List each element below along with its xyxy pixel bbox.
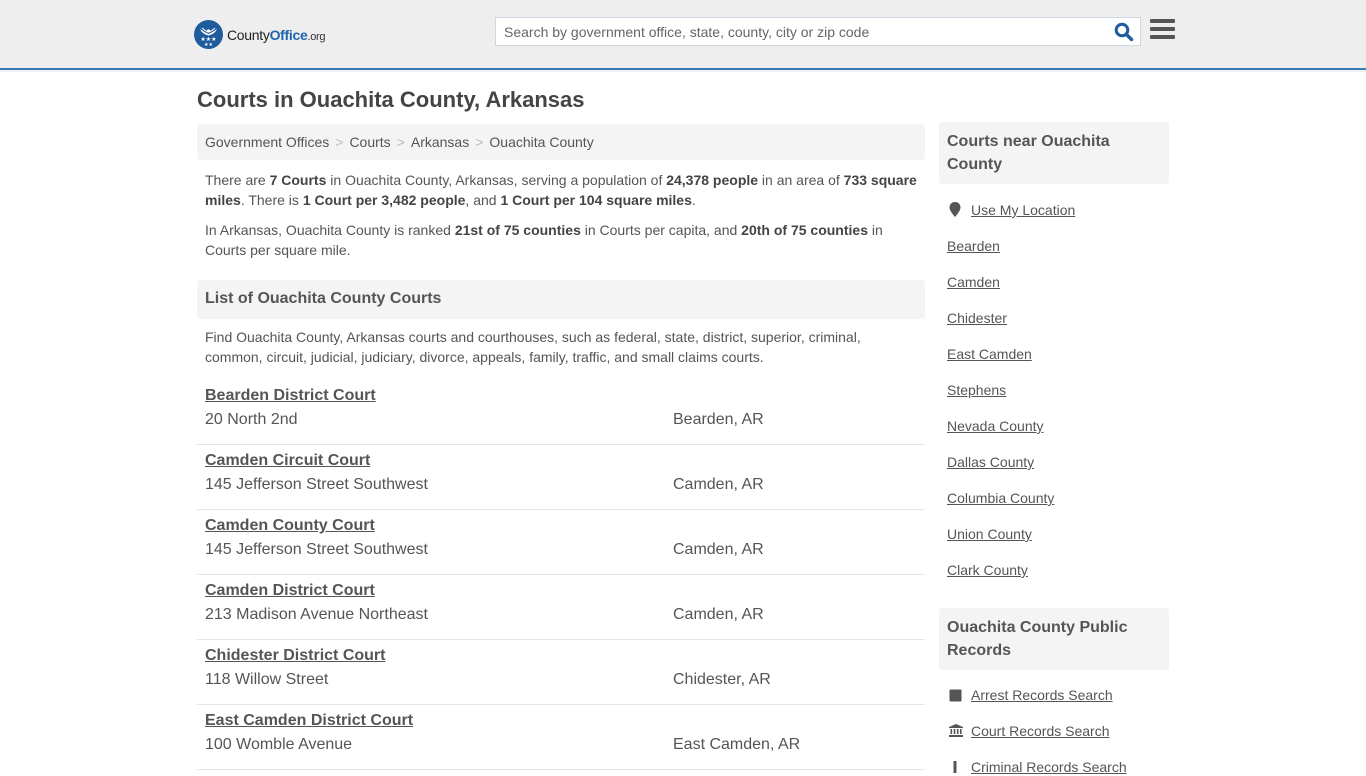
nearby-link-nevada-county[interactable]: Nevada County <box>947 418 1044 434</box>
court-list-item: East Camden District Court 100 Womble Av… <box>197 705 925 770</box>
breadcrumb-courts[interactable]: Courts <box>349 134 390 150</box>
use-my-location-link[interactable]: Use My Location <box>971 202 1075 218</box>
nearby-link-bearden[interactable]: Bearden <box>947 238 1000 254</box>
breadcrumb: Government Offices > Courts > Arkansas > Ouach… <box>197 124 925 160</box>
court-city: Camden, AR <box>673 606 764 623</box>
site-header: ★★★ ★★ CountyOffice.org <box>0 0 1366 72</box>
search-input[interactable] <box>496 18 1106 45</box>
search-bar <box>495 17 1141 46</box>
nearby-link-clark-county[interactable]: Clark County <box>947 562 1028 578</box>
court-address: 20 North 2nd <box>205 411 298 428</box>
court-city: Camden, AR <box>673 476 764 493</box>
court-name-link[interactable]: Camden County Court <box>205 517 375 535</box>
breadcrumb-separator: > <box>475 134 484 150</box>
arrest-records-search-link[interactable]: Arrest Records Search <box>971 687 1113 703</box>
court-list: Bearden District Court 20 North 2nd Bear… <box>197 380 925 770</box>
nearby-courts-heading: Courts near Ouachita County <box>939 122 1169 184</box>
court-list-item: Chidester District Court 118 Willow Stre… <box>197 640 925 705</box>
logo-text: CountyOffice.org <box>227 26 326 43</box>
site-logo[interactable]: ★★★ ★★ CountyOffice.org <box>194 20 326 49</box>
court-city: Camden, AR <box>673 541 764 558</box>
court-name-link[interactable]: Chidester District Court <box>205 647 385 665</box>
intro-summary: There are 7 Courts in Ouachita County, A… <box>205 172 917 208</box>
nearby-link-camden[interactable]: Camden <box>947 274 1000 290</box>
nearby-link-chidester[interactable]: Chidester <box>947 310 1007 326</box>
breadcrumb-separator: > <box>335 134 344 150</box>
intro-ranking: In Arkansas, Ouachita County is ranked 2… <box>205 222 883 258</box>
court-list-heading: List of Ouachita County Courts <box>197 280 925 319</box>
court-list-item: Camden District Court 213 Madison Avenue… <box>197 575 925 640</box>
header-divider <box>0 70 1366 72</box>
court-list-item: Bearden District Court 20 North 2nd Bear… <box>197 380 925 445</box>
page-title: Courts in Ouachita County, Arkansas <box>197 87 585 112</box>
logo-eagle-icon: ★★★ ★★ <box>194 20 223 49</box>
nearby-link-columbia-county[interactable]: Columbia County <box>947 490 1054 506</box>
exclamation-icon <box>953 760 957 776</box>
criminal-records-search-link[interactable]: Criminal Records Search <box>971 759 1127 775</box>
courthouse-icon <box>949 724 963 740</box>
svg-text:★★: ★★ <box>204 42 213 48</box>
court-address: 213 Madison Avenue Northeast <box>205 606 428 623</box>
breadcrumb-separator: > <box>396 134 405 150</box>
court-address: 118 Willow Street <box>205 671 329 688</box>
nearby-link-stephens[interactable]: Stephens <box>947 382 1006 398</box>
breadcrumb-arkansas[interactable]: Arkansas <box>411 134 469 150</box>
nearby-link-union-county[interactable]: Union County <box>947 526 1032 542</box>
court-records-search-link[interactable]: Court Records Search <box>971 723 1110 739</box>
court-city: Chidester, AR <box>673 671 771 688</box>
court-list-description: Find Ouachita County, Arkansas courts an… <box>205 329 861 365</box>
nearby-link-dallas-county[interactable]: Dallas County <box>947 454 1034 470</box>
hamburger-menu-icon[interactable] <box>1150 19 1175 41</box>
court-name-link[interactable]: Bearden District Court <box>205 387 376 405</box>
square-icon <box>949 689 962 705</box>
search-icon[interactable] <box>1114 22 1134 42</box>
court-city: East Camden, AR <box>673 736 801 753</box>
court-address: 145 Jefferson Street Southwest <box>205 541 428 558</box>
map-pin-icon <box>949 202 961 221</box>
public-records-heading: Ouachita County Public Records <box>939 608 1169 670</box>
court-name-link[interactable]: Camden Circuit Court <box>205 452 370 470</box>
breadcrumb-government-offices[interactable]: Government Offices <box>205 134 329 150</box>
court-name-link[interactable]: Camden District Court <box>205 582 375 600</box>
court-name-link[interactable]: East Camden District Court <box>205 712 413 730</box>
court-list-item: Camden Circuit Court 145 Jefferson Stree… <box>197 445 925 510</box>
court-address: 145 Jefferson Street Southwest <box>205 476 428 493</box>
court-city: Bearden, AR <box>673 411 764 428</box>
breadcrumb-ouachita-county[interactable]: Ouachita County <box>489 134 593 150</box>
nearby-link-east-camden[interactable]: East Camden <box>947 346 1032 362</box>
court-list-item: Camden County Court 145 Jefferson Street… <box>197 510 925 575</box>
court-address: 100 Womble Avenue <box>205 736 353 753</box>
